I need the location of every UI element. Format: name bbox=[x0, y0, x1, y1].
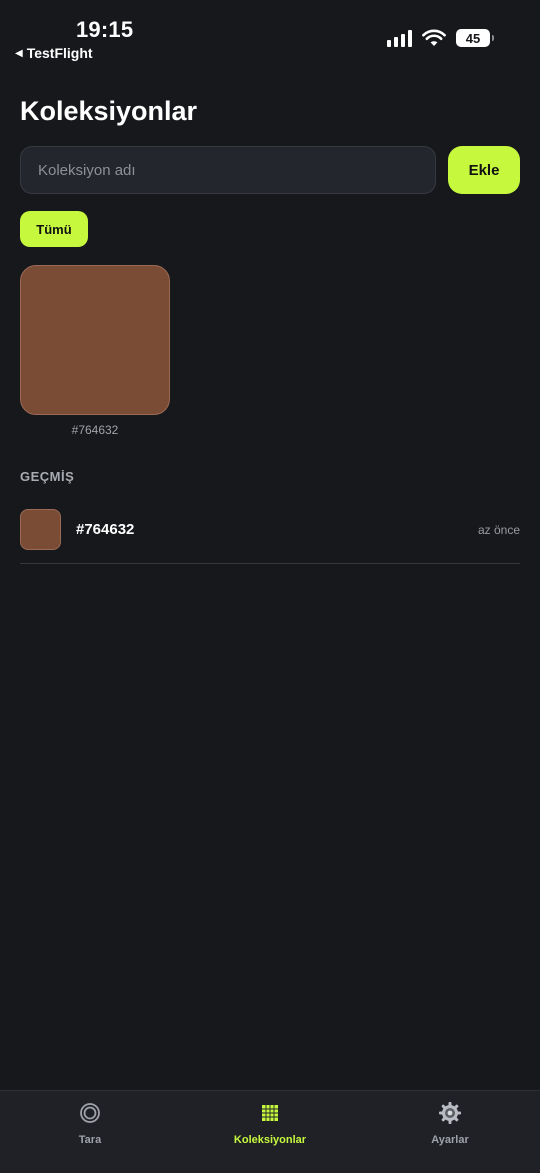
scan-target-icon bbox=[80, 1103, 100, 1123]
status-time: 19:15 bbox=[76, 17, 134, 42]
history-timestamp: az önce bbox=[477, 523, 520, 537]
battery-icon: 45 bbox=[456, 29, 494, 47]
filter-all-chip[interactable]: Tümü bbox=[20, 211, 88, 247]
back-label: TestFlight bbox=[26, 45, 93, 61]
collection-name-input[interactable] bbox=[20, 146, 436, 194]
tab-scan-label: Tara bbox=[78, 1134, 102, 1146]
add-collection-button[interactable]: Ekle bbox=[448, 146, 520, 194]
grid-icon bbox=[262, 1105, 278, 1121]
tab-scan[interactable]: Tara bbox=[20, 1101, 160, 1148]
color-hex-caption: #764632 bbox=[71, 423, 119, 437]
collections-screen: 19:15 ◀ TestFlight 45 Koleksiyonlar Ekle… bbox=[0, 0, 540, 1173]
history-item[interactable]: #764632 az önce bbox=[20, 509, 520, 564]
tab-collections-label: Koleksiyonlar bbox=[233, 1134, 307, 1146]
tab-collections[interactable]: Koleksiyonlar bbox=[200, 1101, 340, 1148]
status-indicators: 45 bbox=[387, 29, 494, 47]
tab-bar: Tara Koleksiyonlar Ayarlar bbox=[0, 1090, 540, 1173]
tab-settings[interactable]: Ayarlar bbox=[380, 1101, 520, 1148]
history-hex-value: #764632 bbox=[76, 521, 135, 538]
back-arrow-icon: ◀ bbox=[15, 47, 23, 59]
tab-settings-label: Ayarlar bbox=[431, 1134, 469, 1146]
page-title: Koleksiyonlar bbox=[20, 96, 198, 126]
cellular-signal-icon bbox=[387, 29, 412, 47]
history-color-swatch bbox=[20, 509, 61, 550]
color-swatch[interactable] bbox=[20, 265, 170, 415]
battery-level: 45 bbox=[465, 30, 481, 46]
back-to-testflight-link[interactable]: ◀ TestFlight bbox=[15, 45, 93, 61]
history-heading: GEÇMİŞ bbox=[20, 469, 75, 484]
gear-icon bbox=[439, 1102, 461, 1124]
wifi-icon bbox=[422, 29, 446, 46]
color-card[interactable]: #764632 bbox=[20, 265, 170, 437]
